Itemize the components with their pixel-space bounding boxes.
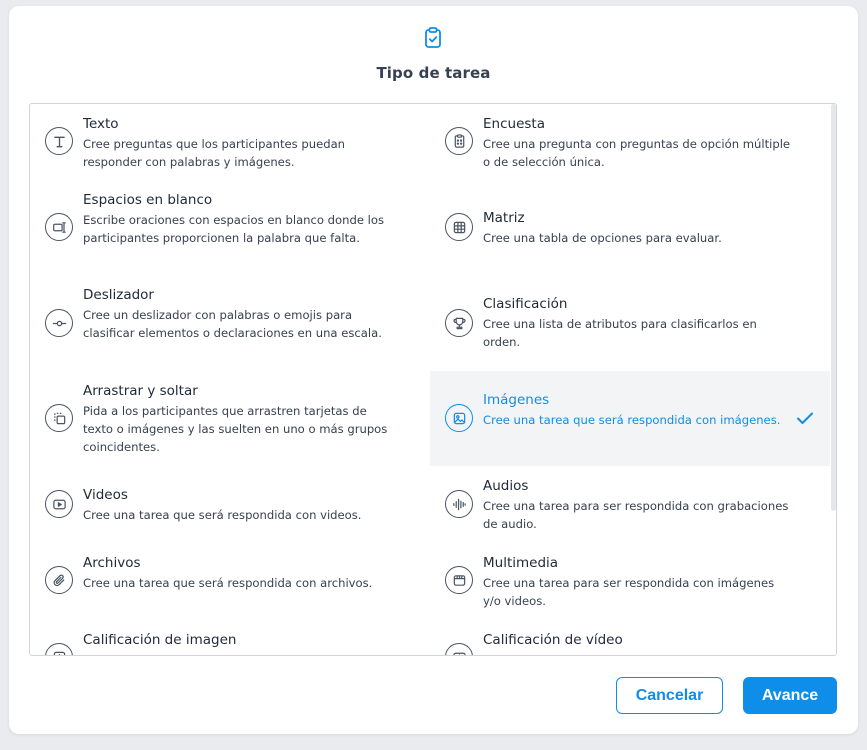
task-description: Cree un deslizador con palabras o emojis… xyxy=(83,308,382,340)
task-type-list[interactable]: Texto Cree preguntas que los participant… xyxy=(29,103,837,656)
task-description: Cree una lista de atributos para clasifi… xyxy=(483,317,757,349)
task-name: Videos xyxy=(83,487,128,503)
clipboard-check-icon xyxy=(425,27,441,48)
task-option-encuesta[interactable]: Encuesta Cree una pregunta con preguntas… xyxy=(430,104,830,180)
task-name: Matriz xyxy=(483,210,525,226)
list-scrollbar[interactable] xyxy=(831,104,836,511)
video-rating-icon xyxy=(445,643,473,655)
video-icon xyxy=(45,490,73,518)
task-name: Multimedia xyxy=(483,555,559,571)
task-option-texto[interactable]: Texto Cree preguntas que los participant… xyxy=(30,104,430,180)
task-name: Audios xyxy=(483,478,529,494)
multimedia-icon xyxy=(445,566,473,594)
task-option-archivos[interactable]: Archivos Cree una tarea que será respond… xyxy=(30,543,430,620)
task-option-arrastrar-y-soltar[interactable]: Arrastrar y soltar Pida a los participan… xyxy=(30,371,430,466)
task-description: Pida a los participantes que arrastren t… xyxy=(83,404,388,454)
matrix-icon xyxy=(445,213,473,241)
task-description: Cree una tarea que será respondida con i… xyxy=(483,413,781,427)
modal-title: Tipo de tarea xyxy=(376,64,491,82)
task-description: Escribe oraciones con espacios en blanco… xyxy=(83,213,385,245)
cancel-button[interactable]: Cancelar xyxy=(616,677,723,714)
survey-icon xyxy=(445,127,473,155)
image-rating-icon xyxy=(45,643,73,655)
task-description: Cree una tabla de opciones para evaluar. xyxy=(483,231,722,245)
task-description: Cree una pregunta con preguntas de opció… xyxy=(483,137,791,169)
task-name: Clasificación xyxy=(483,296,568,312)
task-name: Arrastrar y soltar xyxy=(83,383,198,399)
task-name: Archivos xyxy=(83,555,141,571)
audio-wave-icon xyxy=(445,490,473,518)
task-option-clasificacion[interactable]: Clasificación Cree una lista de atributo… xyxy=(430,275,830,371)
task-name: Deslizador xyxy=(83,287,154,303)
task-option-espacios-en-blanco[interactable]: Espacios en blanco Escribe oraciones con… xyxy=(30,180,430,275)
task-option-deslizador[interactable]: Deslizador Cree un deslizador con palabr… xyxy=(30,275,430,371)
image-icon xyxy=(445,404,473,432)
task-name: Texto xyxy=(83,116,119,132)
task-name: Imágenes xyxy=(483,392,550,408)
task-option-matriz[interactable]: Matriz Cree una tabla de opciones para e… xyxy=(430,180,830,275)
text-icon xyxy=(45,127,73,155)
fill-blank-icon xyxy=(45,213,73,241)
task-description: Cree una tarea para ser respondida con i… xyxy=(483,576,775,608)
trophy-icon xyxy=(445,309,473,337)
next-button[interactable]: Avance xyxy=(743,677,837,714)
slider-icon xyxy=(45,309,73,337)
task-option-multimedia[interactable]: Multimedia Cree una tarea para ser respo… xyxy=(430,543,830,620)
drag-drop-icon xyxy=(45,404,73,432)
task-option-imagenes[interactable]: Imágenes Cree una tarea que será respond… xyxy=(430,371,830,466)
task-description: Cree preguntas que los participantes pue… xyxy=(83,137,346,169)
task-name: Calificación de vídeo xyxy=(483,632,623,648)
task-name: Encuesta xyxy=(483,116,545,132)
task-name: Espacios en blanco xyxy=(83,192,213,208)
task-description: Cree una tarea para ser respondida con g… xyxy=(483,499,789,531)
task-option-audios[interactable]: Audios Cree una tarea para ser respondid… xyxy=(430,466,830,543)
task-option-videos[interactable]: Videos Cree una tarea que será respondid… xyxy=(30,466,430,543)
task-option-calificacion-de-video[interactable]: Calificación de vídeo xyxy=(430,620,830,655)
selected-check-icon xyxy=(797,412,813,424)
task-description: Cree una tarea que será respondida con a… xyxy=(83,576,373,590)
task-description: Cree una tarea que será respondida con v… xyxy=(83,508,362,522)
task-option-calificacion-de-imagen[interactable]: Calificación de imagen xyxy=(30,620,430,655)
paperclip-icon xyxy=(45,566,73,594)
task-name: Calificación de imagen xyxy=(83,632,237,648)
task-type-modal: Tipo de tarea Texto Cree preguntas que l… xyxy=(9,6,858,734)
